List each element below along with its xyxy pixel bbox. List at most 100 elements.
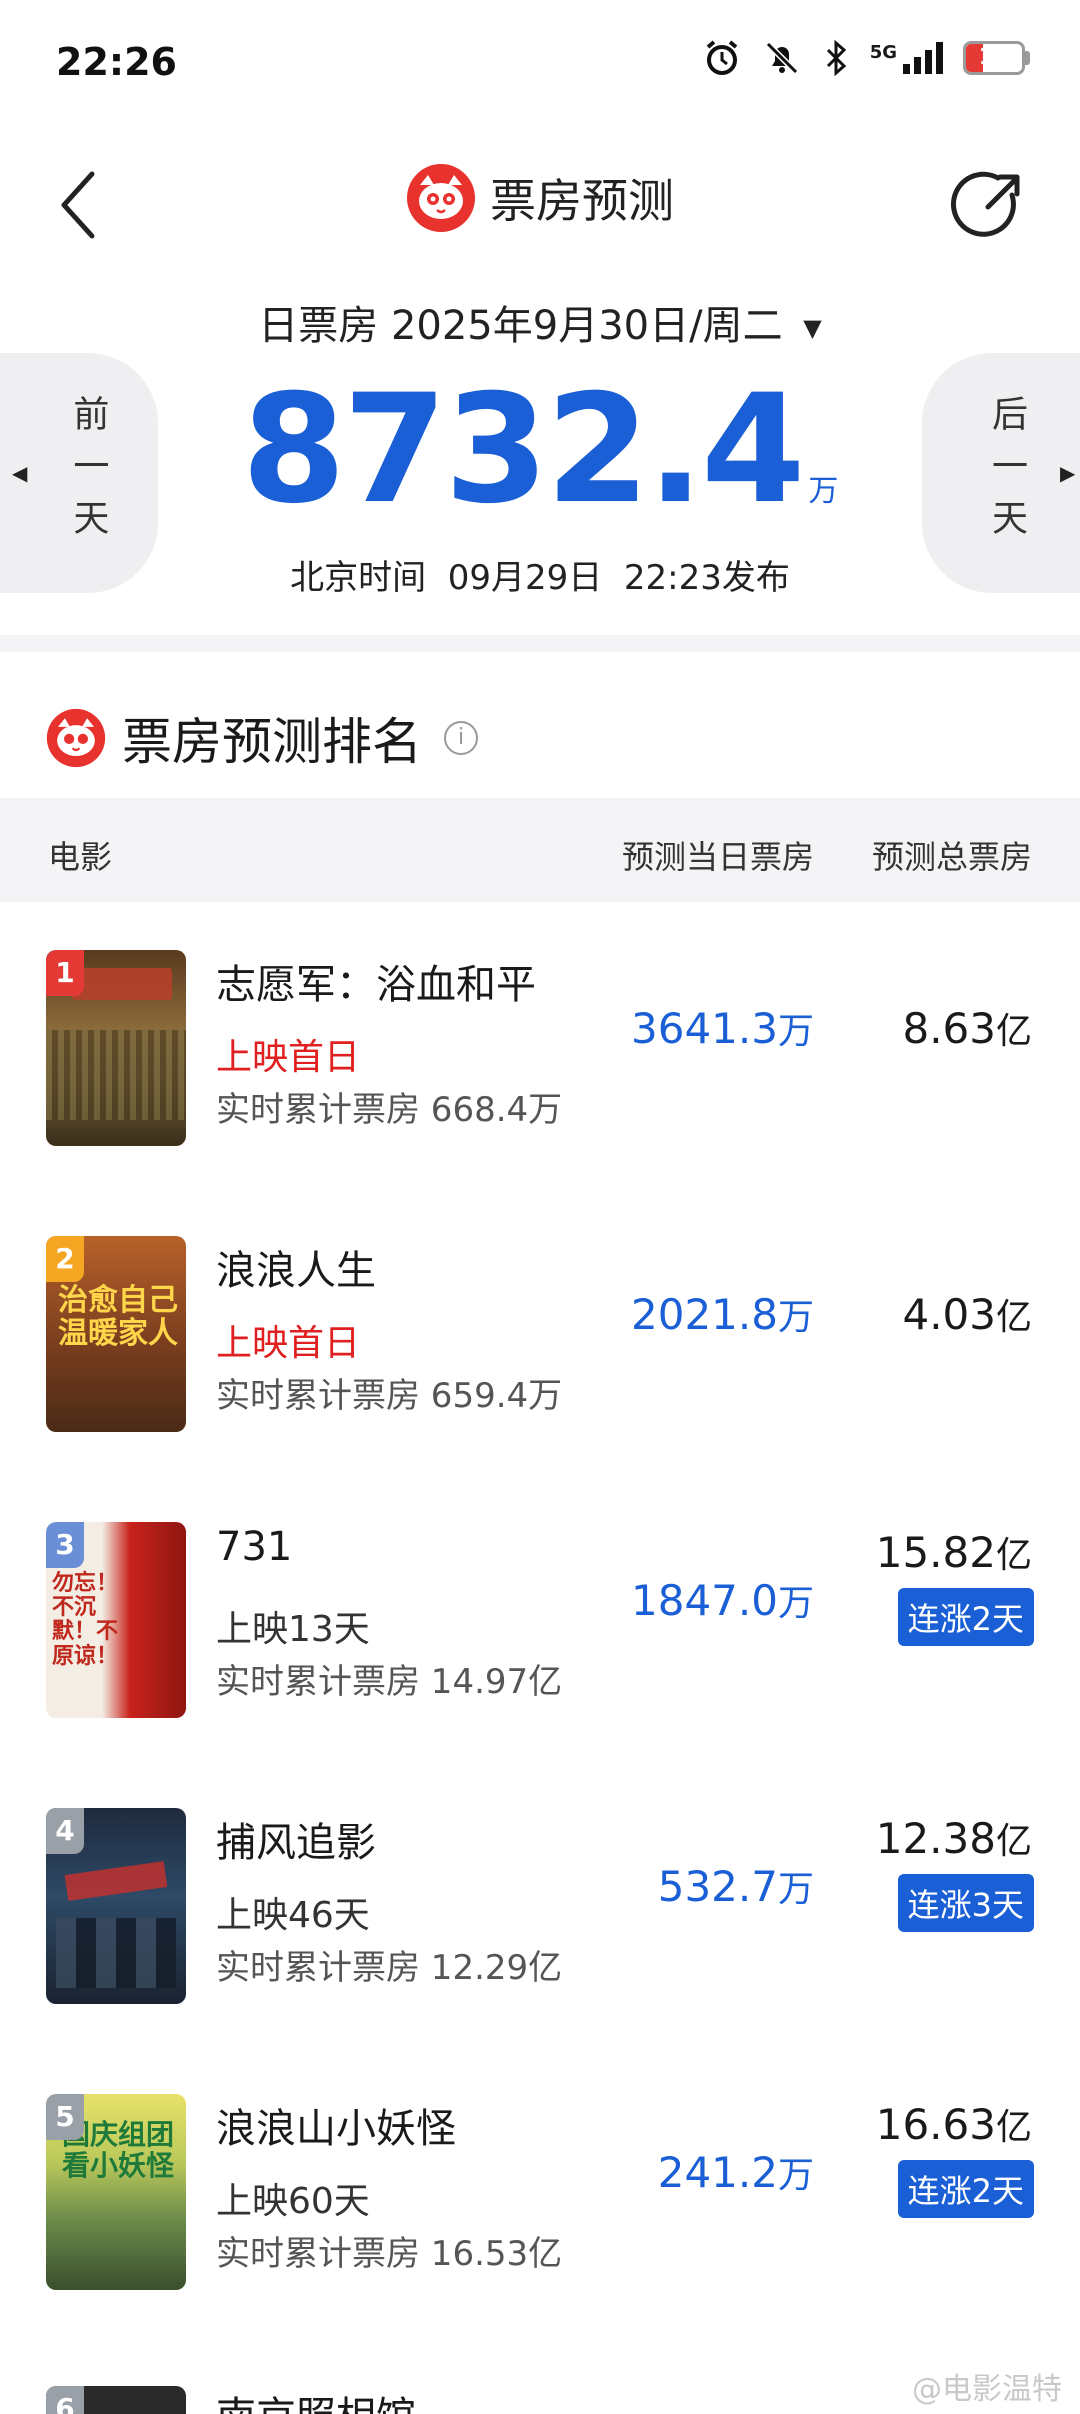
daily-value: 1847.0	[631, 1576, 778, 1625]
movie-row[interactable]: 勿忘！不沉默！不原谅！ 3 731 上映13天 实时累计票房 14.97亿 18…	[0, 1474, 1080, 1760]
total-value: 4.03	[902, 1290, 996, 1339]
battery-level: 17	[978, 45, 1010, 70]
daily-unit: 万	[777, 2155, 814, 2196]
daily-unit: 万	[777, 1583, 814, 1624]
movie-title: 731	[216, 1524, 293, 1570]
table-header: 电影 预测当日票房 预测总票房	[0, 798, 1080, 902]
rank-badge: 2	[46, 1236, 84, 1282]
total-box-office: 8732.4 万	[0, 375, 1080, 525]
signal-icon: 5G	[870, 42, 943, 74]
share-button[interactable]	[950, 165, 1030, 245]
ranking-section: 票房预测排名 i 电影 预测当日票房 预测总票房 1 志愿军：浴血和平 上映首日…	[0, 652, 1080, 2414]
movie-cumulative: 实时累计票房 668.4万	[216, 1090, 563, 1130]
page-title: 票房预测	[490, 174, 674, 228]
movie-release-status: 上映46天	[216, 1895, 370, 1936]
status-time: 22:26	[56, 40, 177, 84]
network-label: 5G	[869, 42, 897, 63]
rank-badge: 3	[46, 1522, 84, 1568]
movie-poster[interactable]: 治愈自己 温暖家人 2	[46, 1236, 186, 1432]
header-title-group: 票房预测	[0, 163, 1080, 233]
movie-poster[interactable]: 国庆组团 看小妖怪 5	[46, 2094, 186, 2290]
ranking-header: 票房预测排名 i	[46, 702, 478, 774]
publish-time: 北京时间 09月29日 22:23发布	[290, 558, 790, 598]
daily-value: 532.7	[657, 1862, 778, 1911]
total-value: 8.63	[902, 1004, 996, 1053]
movie-row[interactable]: 1 志愿军：浴血和平 上映首日 实时累计票房 668.4万 3641.3万 8.…	[0, 902, 1080, 1188]
app-header: 票房预测	[0, 125, 1080, 285]
ranking-title: 票房预测排名	[122, 713, 422, 771]
movie-release-status: 上映60天	[216, 2181, 370, 2222]
info-icon[interactable]: i	[444, 721, 478, 755]
next-day-label: 后一天	[986, 395, 1027, 551]
total-forecast: 16.63亿	[876, 2098, 1032, 2150]
movie-poster[interactable]: 6	[46, 2386, 186, 2414]
status-bar: 22:26 5G 17	[0, 0, 1080, 125]
total-forecast: 4.03亿	[902, 1288, 1032, 1340]
bluetooth-icon	[826, 39, 846, 77]
column-total: 预测总票房	[871, 838, 1032, 876]
trend-badge: 连涨3天	[897, 1874, 1034, 1932]
daily-forecast: 3641.3万	[631, 1002, 814, 1054]
movie-row[interactable]: 4 捕风追影 上映46天 实时累计票房 12.29亿 532.7万 12.38亿…	[0, 1760, 1080, 2046]
maoyan-logo-icon	[407, 164, 475, 232]
share-icon	[950, 171, 1020, 237]
daily-value: 2021.8	[631, 1290, 778, 1339]
rank-badge: 4	[46, 1808, 84, 1854]
total-unit: 万	[808, 474, 839, 509]
alarm-icon	[706, 40, 737, 75]
daily-forecast: 241.2万	[658, 2146, 814, 2198]
movie-row[interactable]: 国庆组团 看小妖怪 5 浪浪山小妖怪 上映60天 实时累计票房 16.53亿 2…	[0, 2046, 1080, 2332]
daily-forecast: 1847.0万	[631, 1574, 814, 1626]
caret-down-icon: ▼	[803, 314, 822, 342]
poster-text: 治愈自己 温暖家人	[58, 1283, 178, 1351]
poster-text: 勿忘！不沉默！不原谅！	[52, 1571, 119, 1669]
movie-title: 浪浪人生	[216, 1248, 376, 1294]
status-icons: 5G 17	[702, 38, 1030, 78]
daily-summary: 日票房 2025年9月30日/周二 ▼ ◀ 前一天 8732.4 万 后一天 ▶ …	[0, 285, 1080, 635]
total-value: 16.63	[875, 2100, 996, 2149]
total-unit: 亿	[995, 2107, 1032, 2148]
movie-poster[interactable]: 1	[46, 950, 186, 1146]
daily-value: 241.2	[657, 2148, 778, 2197]
movie-poster[interactable]: 4	[46, 1808, 186, 2004]
daily-unit: 万	[777, 1869, 814, 1910]
movie-title: 志愿军：浴血和平	[216, 962, 536, 1008]
total-forecast: 15.82亿	[876, 1526, 1032, 1578]
total-unit: 亿	[995, 1011, 1032, 1052]
movie-release-status: 上映首日	[216, 1323, 361, 1364]
movie-poster[interactable]: 勿忘！不沉默！不原谅！ 3	[46, 1522, 186, 1718]
column-daily: 预测当日票房	[621, 838, 814, 876]
daily-unit: 万	[777, 1297, 814, 1338]
total-value: 8732.4	[241, 363, 806, 537]
date-prefix: 日票房	[258, 303, 379, 349]
column-film: 电影	[48, 838, 113, 876]
maoyan-logo-icon	[46, 708, 106, 768]
total-unit: 亿	[995, 1821, 1032, 1862]
daily-unit: 万	[777, 1011, 814, 1052]
rank-badge: 1	[46, 950, 84, 996]
total-forecast: 8.63亿	[902, 1002, 1032, 1054]
total-unit: 亿	[995, 1297, 1032, 1338]
daily-value: 3641.3	[631, 1004, 778, 1053]
battery-icon: 17	[963, 41, 1025, 75]
movie-cumulative: 实时累计票房 16.53亿	[216, 2234, 563, 2274]
battery-indicator: 17	[963, 41, 1030, 75]
movie-row[interactable]: 治愈自己 温暖家人 2 浪浪人生 上映首日 实时累计票房 659.4万 2021…	[0, 1188, 1080, 1474]
triangle-right-icon: ▶	[1060, 461, 1076, 485]
movie-title: 南京照相馆	[216, 2384, 416, 2414]
trend-badge: 连涨2天	[897, 1588, 1034, 1646]
total-unit: 亿	[995, 1535, 1032, 1576]
total-value: 12.38	[875, 1814, 996, 1863]
daily-forecast: 2021.8万	[631, 1288, 814, 1340]
watermark: @电影温特	[912, 2372, 1062, 2407]
date-value: 2025年9月30日/周二	[390, 303, 783, 349]
total-forecast: 12.38亿	[876, 1812, 1032, 1864]
total-value: 15.82	[875, 1528, 996, 1577]
date-selector[interactable]: 日票房 2025年9月30日/周二 ▼	[0, 293, 1080, 351]
movie-cumulative: 实时累计票房 659.4万	[216, 1376, 563, 1416]
movie-cumulative: 实时累计票房 14.97亿	[216, 1662, 563, 1702]
movie-cumulative: 实时累计票房 12.29亿	[216, 1948, 563, 1988]
bell-off-icon	[765, 41, 798, 75]
rank-badge: 6	[46, 2386, 84, 2414]
movie-release-status: 上映13天	[216, 1609, 370, 1650]
